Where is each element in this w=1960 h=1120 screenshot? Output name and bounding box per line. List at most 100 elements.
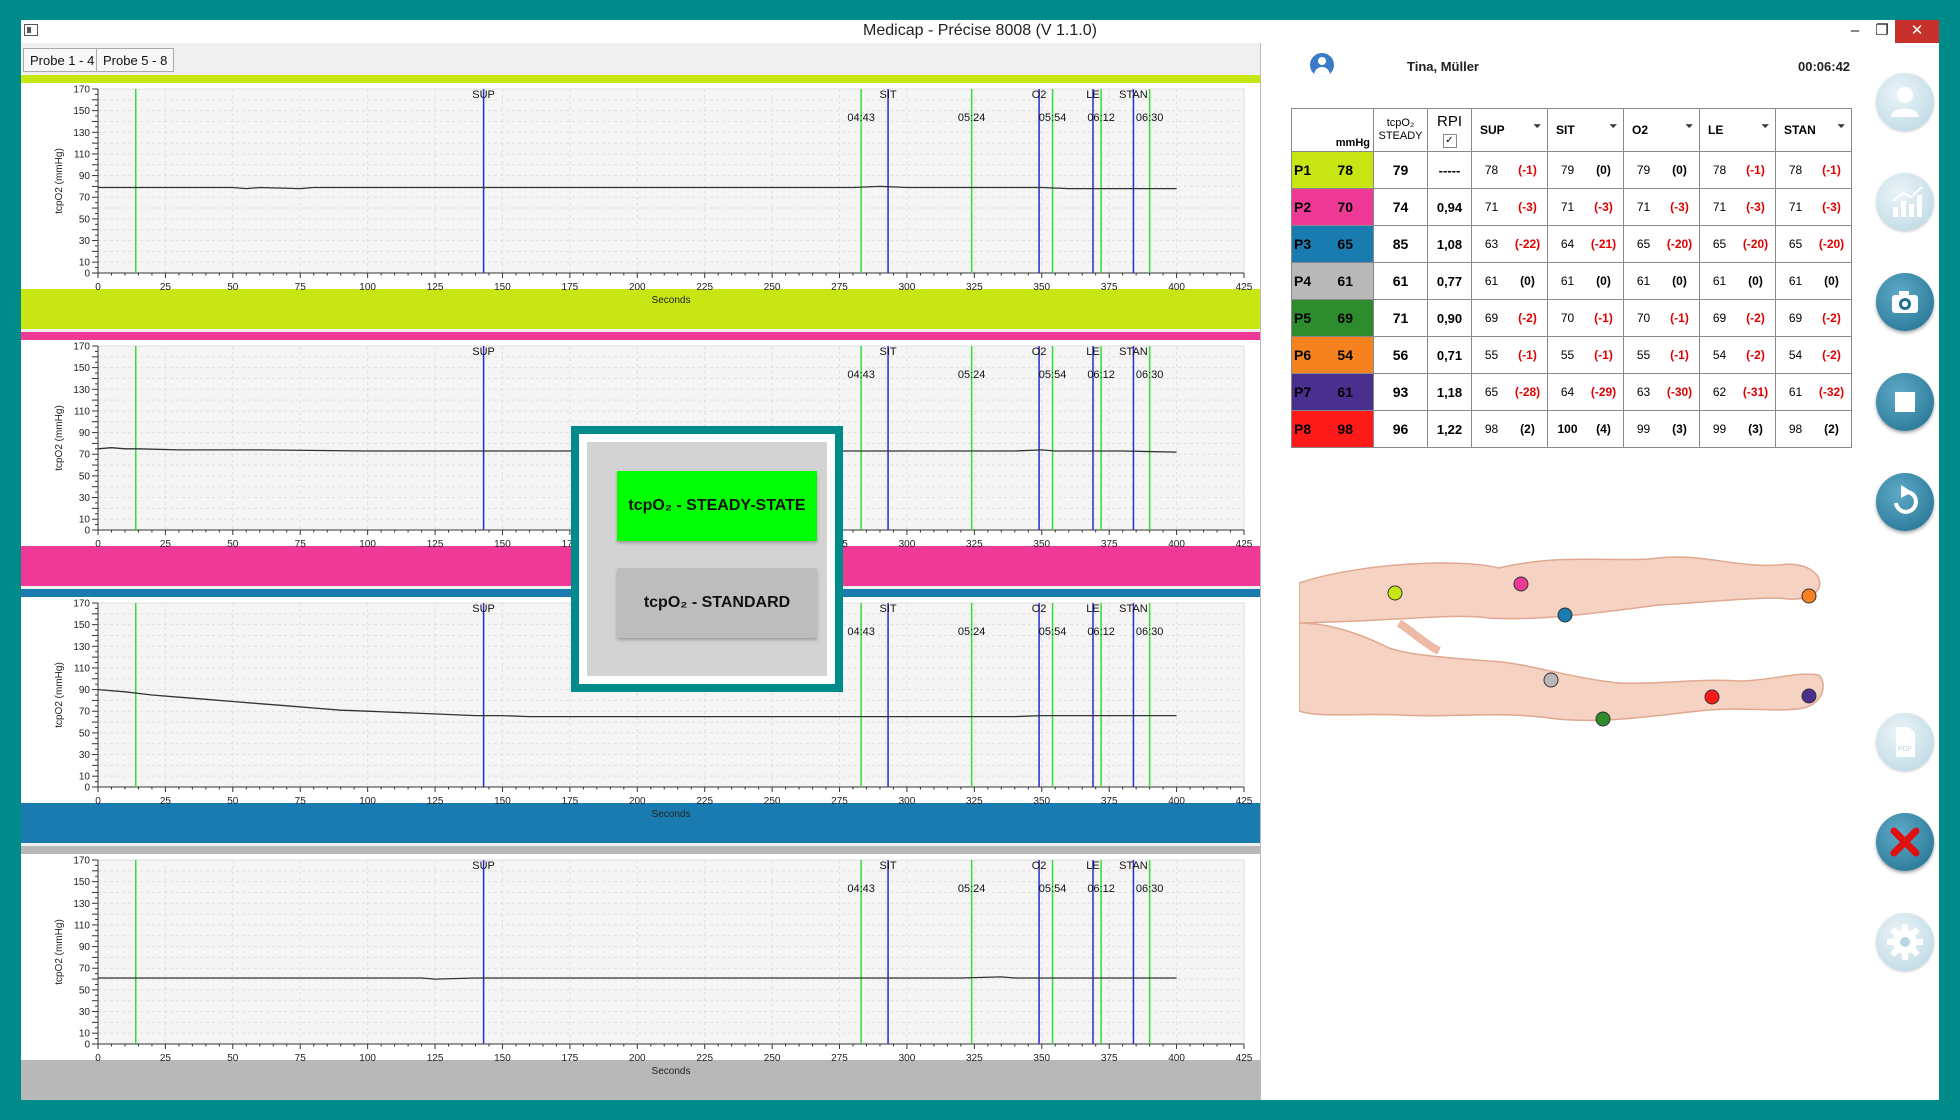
phase-delta: (-1) — [1670, 311, 1689, 325]
x-tick-label: 150 — [494, 282, 511, 293]
phase-value: 64 — [1560, 237, 1575, 251]
pdf-icon[interactable]: PDF — [1876, 713, 1934, 771]
phase-delta: (2) — [1520, 422, 1535, 436]
x-tick-label: 175 — [562, 282, 579, 293]
x-tick-label: 300 — [899, 796, 916, 807]
results-panel: Tina, Müller 00:06:42 mmHg tcpO₂ STEADY … — [1260, 43, 1854, 1100]
phase-delta: (-20) — [1666, 237, 1693, 251]
phase-delta: (-2) — [1746, 348, 1765, 362]
rpi-value: 0,71 — [1427, 336, 1472, 374]
patient-icon[interactable] — [1310, 53, 1334, 77]
probe-position-marker — [1557, 607, 1573, 623]
probe-value: 61 — [1337, 273, 1353, 289]
probe-cell: P3 65 — [1291, 225, 1374, 263]
camera-icon[interactable] — [1876, 273, 1934, 331]
phase-cell: 61 (0) — [1547, 262, 1624, 300]
phase-cell: 61 (-32) — [1775, 373, 1852, 411]
phase-cell: 71 (-3) — [1471, 188, 1548, 226]
time-marker-label: 05:24 — [958, 626, 986, 638]
dropdown-caret-icon[interactable]: ⏷ — [1686, 121, 1693, 132]
phase-value: 65 — [1636, 237, 1651, 251]
stop-icon[interactable] — [1876, 373, 1934, 431]
time-marker-label: 06:12 — [1087, 112, 1115, 124]
close-window-button[interactable]: ✕ — [1895, 20, 1939, 43]
maximize-button[interactable]: ❐ — [1866, 20, 1898, 43]
table-row: P7 61 93 1,18 65 (-28) 64 (-29) 63 (-30) 62 (-31) 61… — [1291, 373, 1852, 411]
phase-value: 98 — [1788, 422, 1803, 436]
refresh-icon[interactable] — [1876, 473, 1934, 531]
y-axis-label: tcpO2 (mmHg) — [54, 148, 65, 214]
phase-cell: 71 (-3) — [1699, 188, 1776, 226]
x-tick-label: 50 — [227, 539, 239, 550]
time-marker-label: 06:12 — [1087, 883, 1115, 895]
y-tick-label: 110 — [74, 920, 90, 931]
x-tick-label: 350 — [1033, 1053, 1050, 1064]
x-tick-label: 400 — [1168, 796, 1185, 807]
phase-cell: 65 (-20) — [1699, 225, 1776, 263]
x-tick-label: 275 — [831, 796, 848, 807]
table-row: P4 61 61 0,77 61 (0) 61 (0) 61 (0) 61 (0) 61 (0) — [1291, 262, 1852, 300]
phase-delta: (0) — [1520, 274, 1535, 288]
phase-delta: (-1) — [1670, 348, 1689, 362]
standard-button[interactable]: tcpO₂ - STANDARD — [617, 568, 817, 638]
event-label: STAN — [1119, 603, 1148, 615]
phase-delta: (-2) — [1822, 348, 1841, 362]
user-icon[interactable] — [1876, 73, 1934, 131]
dropdown-caret-icon[interactable]: ⏷ — [1838, 121, 1845, 132]
event-label: LE — [1086, 860, 1099, 872]
probe-id: P6 — [1294, 347, 1312, 363]
phase-value: 79 — [1636, 163, 1651, 177]
tab-probe-1-4[interactable]: Probe 1 - 4 — [23, 48, 102, 72]
x-tick-label: 300 — [899, 1053, 916, 1064]
phase-value: 99 — [1712, 422, 1727, 436]
steady-state-button[interactable]: tcpO₂ - STEADY-STATE — [617, 471, 817, 541]
y-tick-label: 150 — [73, 620, 90, 631]
y-tick-label: 70 — [79, 964, 91, 975]
phase-delta: (-3) — [1746, 200, 1765, 214]
column-header-le[interactable]: LE ⏷ — [1699, 108, 1776, 152]
probe-id: P3 — [1294, 236, 1312, 252]
time-marker-label: 04:43 — [847, 369, 875, 381]
time-marker-label: 05:54 — [1039, 626, 1067, 638]
dropdown-caret-icon[interactable]: ⏷ — [1534, 121, 1541, 132]
rpi-checkbox[interactable]: ✓ — [1442, 133, 1457, 148]
phase-cell: 64 (-29) — [1547, 373, 1624, 411]
event-label: O2 — [1032, 346, 1047, 358]
probe-position-marker — [1387, 585, 1403, 601]
column-header-stan[interactable]: STAN ⏷ — [1775, 108, 1852, 152]
dropdown-caret-icon[interactable]: ⏷ — [1610, 121, 1617, 132]
x-tick-label: 75 — [295, 282, 307, 293]
time-marker-label: 04:43 — [847, 626, 875, 638]
phase-cell: 98 (2) — [1471, 410, 1548, 448]
y-tick-label: 90 — [79, 171, 91, 182]
gear-icon[interactable] — [1876, 913, 1934, 971]
y-tick-label: 70 — [79, 450, 91, 461]
column-header-o2[interactable]: O2 ⏷ — [1623, 108, 1700, 152]
x-tick-label: 325 — [966, 282, 983, 293]
app-window: Medicap - Précise 8008 (V 1.1.0) – ❐ ✕ P… — [21, 20, 1939, 1100]
tab-probe-5-8[interactable]: Probe 5 - 8 — [96, 48, 175, 72]
event-label: SIT — [880, 89, 897, 101]
column-header-sup[interactable]: SUP ⏷ — [1471, 108, 1548, 152]
event-label: LE — [1086, 89, 1099, 101]
phase-delta: (0) — [1672, 274, 1687, 288]
y-tick-label: 90 — [79, 428, 91, 439]
x-axis-label: Seconds — [652, 295, 691, 306]
rpi-value: 0,77 — [1427, 262, 1472, 300]
y-tick-label: 150 — [73, 363, 90, 374]
x-tick-label: 400 — [1168, 1053, 1185, 1064]
phase-value: 61 — [1788, 385, 1803, 399]
column-header-sit[interactable]: SIT ⏷ — [1547, 108, 1624, 152]
rpi-header: RPI ✓ — [1427, 108, 1472, 152]
x-tick-label: 375 — [1101, 282, 1118, 293]
x-tick-label: 425 — [1236, 1053, 1253, 1064]
phase-cell: 55 (-1) — [1471, 336, 1548, 374]
dropdown-caret-icon[interactable]: ⏷ — [1762, 121, 1769, 132]
rpi-label: RPI — [1436, 112, 1462, 130]
close-icon[interactable] — [1876, 813, 1934, 871]
phase-value: 99 — [1636, 422, 1651, 436]
y-tick-label: 0 — [84, 526, 90, 537]
time-marker-label: 05:24 — [958, 369, 986, 381]
chart-icon[interactable] — [1876, 173, 1934, 231]
lower-leg-shape — [1299, 622, 1824, 722]
